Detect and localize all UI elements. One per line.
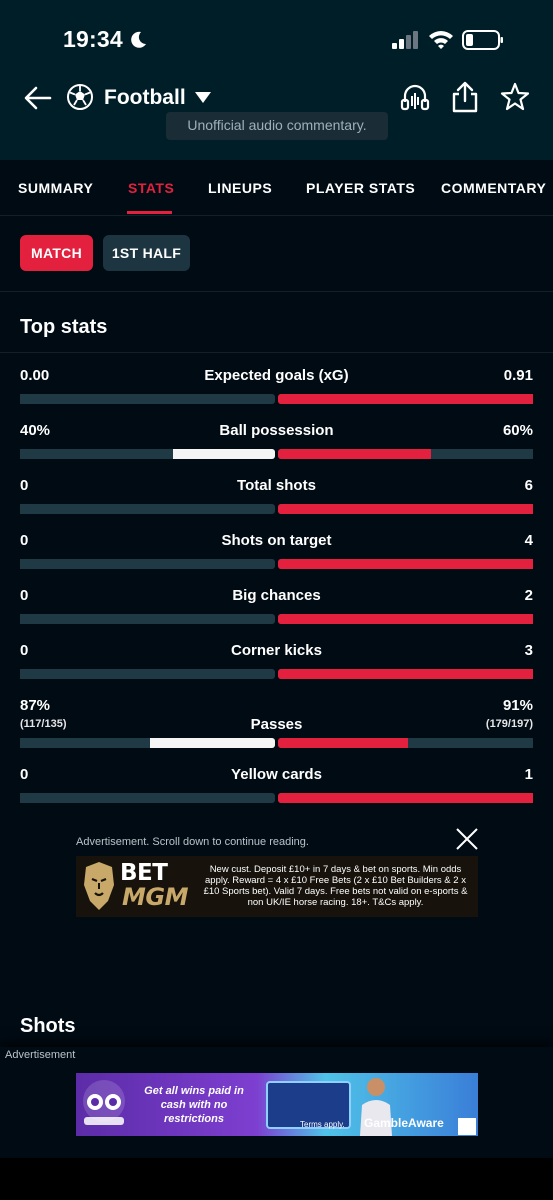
playojo-ad-banner[interactable]: Get all wins paid in cash with no restri… [76, 1073, 478, 1136]
away-bar-track [278, 394, 533, 404]
adchoices-icon[interactable] [458, 1118, 476, 1135]
status-bar: 19:34 [0, 0, 553, 80]
home-bar-track [20, 669, 275, 679]
away-value: 3 [524, 642, 533, 659]
away-bar-track [278, 449, 533, 459]
period-match-chip[interactable]: MATCH [20, 235, 93, 271]
period-first-half-chip[interactable]: 1ST HALF [103, 235, 190, 271]
away-bar-track [278, 504, 533, 514]
share-icon[interactable] [450, 81, 480, 113]
home-bar-track [20, 449, 275, 459]
away-bar-track [278, 669, 533, 679]
away-bar [278, 504, 533, 514]
football-icon [67, 84, 93, 110]
wifi-icon [429, 31, 453, 49]
home-bar-track [20, 394, 275, 404]
away-bar [278, 793, 533, 803]
away-value: 0.91 [503, 367, 533, 384]
away-subvalue: (179/197) [485, 718, 533, 730]
ad-terms-text: New cust. Deposit £10+ in 7 days & bet o… [203, 864, 468, 908]
signal-icon [392, 31, 418, 49]
star-icon[interactable] [500, 81, 530, 113]
tab-summary[interactable]: SUMMARY [18, 180, 93, 196]
sticky-ad-bar: Advertisement Get all wins paid in cash … [0, 1047, 553, 1158]
ad-terms: Terms apply. [300, 1120, 345, 1129]
chevron-down-icon[interactable] [195, 92, 211, 104]
away-value: 1 [524, 766, 533, 783]
stat-row: 0 Total shots 6 [20, 472, 533, 522]
audio-commentary-pill[interactable]: Unofficial audio commentary. [166, 112, 388, 140]
home-indicator-area [0, 1158, 553, 1200]
stat-name: Shots on target [221, 532, 332, 549]
ad-label: Advertisement [5, 1049, 76, 1061]
audio-commentary-icon[interactable] [399, 82, 431, 114]
stat-row: 0.00 Expected goals (xG) 0.91 [20, 362, 533, 412]
home-bar-track [20, 793, 275, 803]
away-bar-track [278, 559, 533, 569]
status-time: 19:34 [63, 26, 123, 52]
playojo-logo-icon [83, 1080, 125, 1125]
stat-row: 87% (117/135) Passes 91% (179/197) [20, 692, 533, 756]
away-bar [278, 449, 431, 459]
away-bar [278, 559, 533, 569]
tab-player-stats[interactable]: PLAYER STATS [306, 180, 415, 196]
battery-icon [462, 30, 503, 50]
stat-name: Expected goals (xG) [204, 367, 349, 384]
active-tab-indicator [127, 211, 172, 214]
stat-row: 0 Big chances 2 [20, 582, 533, 632]
period-selector: MATCH 1ST HALF [0, 216, 553, 292]
home-bar-track [20, 738, 275, 748]
stat-name: Yellow cards [231, 766, 322, 783]
back-arrow-icon[interactable] [22, 82, 54, 114]
tab-stats[interactable]: STATS [128, 180, 174, 196]
away-value: 6 [524, 477, 533, 494]
ad-brand-bottom: MGM [122, 883, 188, 911]
stat-row: 0 Yellow cards 1 [20, 761, 533, 811]
stat-name: Corner kicks [231, 642, 322, 659]
tab-lineups[interactable]: LINEUPS [208, 180, 272, 196]
home-bar [173, 449, 275, 459]
away-value: 2 [524, 587, 533, 604]
stat-name: Ball possession [219, 422, 334, 439]
away-bar [278, 669, 533, 679]
home-bar-track [20, 559, 275, 569]
ad-label: Advertisement. Scroll down to continue r… [76, 836, 309, 848]
stat-row: 0 Corner kicks 3 [20, 637, 533, 687]
stat-row: 0 Shots on target 4 [20, 527, 533, 577]
away-bar [278, 614, 533, 624]
tab-commentary[interactable]: COMMENTARY [441, 180, 546, 196]
stat-name: Total shots [237, 477, 316, 494]
app-header: 19:34 Football Unofficial audio commenta… [0, 0, 553, 160]
away-bar [278, 738, 409, 748]
lion-logo-icon [84, 862, 114, 910]
gambleaware-logo: GambleAware [364, 1116, 444, 1130]
away-bar [278, 394, 533, 404]
home-bar [150, 738, 275, 748]
stat-name: Big chances [232, 587, 321, 604]
home-value: 87% [20, 697, 51, 714]
top-stats-title: Top stats [20, 316, 108, 338]
away-value: 91% [502, 697, 533, 714]
away-value: 60% [502, 422, 533, 439]
ad-headline: Get all wins paid in cash with no restri… [144, 1085, 244, 1125]
moon-icon [131, 31, 146, 48]
away-bar-track [278, 614, 533, 624]
away-bar-track [278, 793, 533, 803]
close-icon[interactable] [454, 826, 480, 852]
away-value: 4 [524, 532, 533, 549]
away-bar-track [278, 738, 533, 748]
ad-brand-top: BET [120, 860, 168, 886]
divider [0, 352, 553, 353]
tab-bar: SUMMARY STATS LINEUPS PLAYER STATS COMME… [0, 160, 553, 216]
sport-title[interactable]: Football [104, 86, 186, 110]
stat-row: 40% Ball possession 60% [20, 417, 533, 467]
stat-name: Passes [250, 716, 303, 733]
home-bar-track [20, 614, 275, 624]
home-bar-track [20, 504, 275, 514]
betmgm-ad-banner[interactable]: BET MGM New cust. Deposit £10+ in 7 days… [76, 856, 478, 917]
shots-section-title: Shots [20, 1015, 76, 1037]
